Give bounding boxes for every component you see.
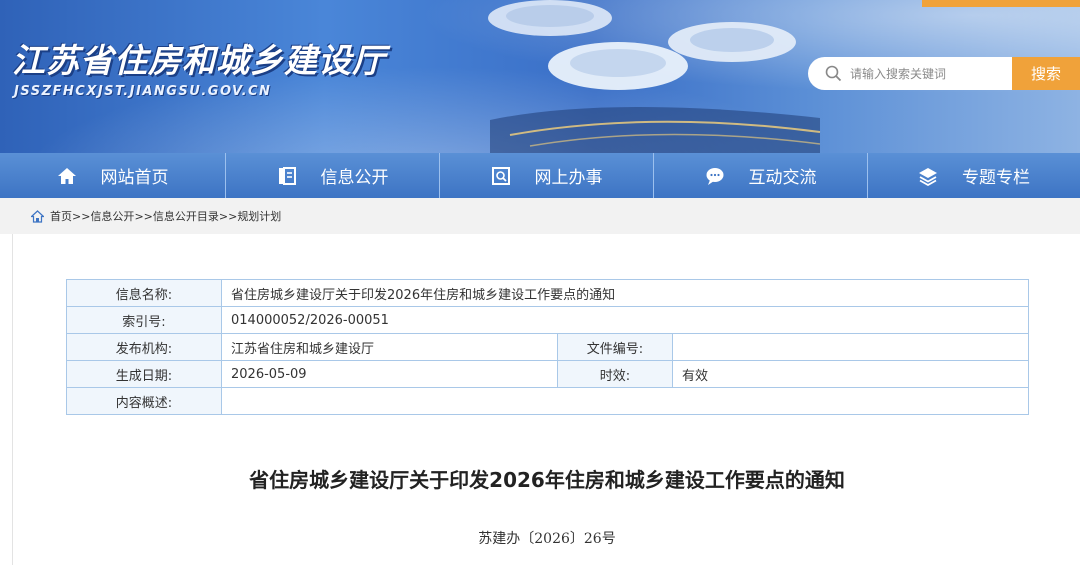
site-domain: JSSZFHCXJST.JIANGSU.GOV.CN bbox=[14, 84, 272, 99]
breadcrumb-separator: >> bbox=[134, 209, 153, 223]
table-row: 内容概述: bbox=[66, 387, 1029, 415]
layers-icon bbox=[919, 167, 937, 186]
nav-item-interaction[interactable]: 互动交流 bbox=[654, 153, 868, 198]
header-banner: 江苏省住房和城乡建设厅 JSSZFHCXJST.JIANGSU.GOV.CN 搜… bbox=[0, 0, 1080, 153]
nav-item-special-topics[interactable]: 专题专栏 bbox=[868, 153, 1080, 198]
doc-number-value bbox=[672, 333, 1029, 361]
date-label: 生成日期: bbox=[66, 360, 222, 388]
publisher-label: 发布机构: bbox=[66, 333, 222, 361]
summary-value bbox=[221, 387, 1029, 415]
search-box[interactable] bbox=[808, 57, 1012, 90]
publisher-value: 江苏省住房和城乡建设厅 bbox=[221, 333, 558, 361]
info-name-value: 省住房城乡建设厅关于印发2026年住房和城乡建设工作要点的通知 bbox=[221, 279, 1029, 307]
main-content: 信息名称: 省住房城乡建设厅关于印发2026年住房和城乡建设工作要点的通知 索引… bbox=[12, 234, 1080, 565]
home-icon bbox=[31, 209, 44, 223]
breadcrumb-link-info-disclosure[interactable]: 信息公开 bbox=[90, 208, 134, 224]
validity-label: 时效: bbox=[557, 360, 673, 388]
info-name-label: 信息名称: bbox=[66, 279, 222, 307]
table-row: 信息名称: 省住房城乡建设厅关于印发2026年住房和城乡建设工作要点的通知 bbox=[66, 279, 1029, 307]
document-title: 省住房城乡建设厅关于印发2026年住房和城乡建设工作要点的通知 bbox=[249, 468, 845, 492]
breadcrumb: 首页 >> 信息公开 >> 信息公开目录 >> 规划计划 bbox=[0, 198, 1080, 234]
breadcrumb-link-home[interactable]: 首页 bbox=[50, 208, 72, 224]
nav-item-label: 互动交流 bbox=[748, 168, 817, 188]
doc-number-label: 文件编号: bbox=[557, 333, 673, 361]
nav-item-label: 网站首页 bbox=[100, 168, 169, 188]
index-number-label: 索引号: bbox=[66, 306, 222, 334]
nav-item-info-disclosure[interactable]: 信息公开 bbox=[226, 153, 440, 198]
date-value: 2026-05-09 bbox=[221, 360, 558, 388]
nav-item-label: 网上办事 bbox=[534, 168, 603, 188]
main-nav: 网站首页 信息公开 网上办事 互动交流 专题专栏 bbox=[0, 153, 1080, 198]
stadium-illustration bbox=[488, 0, 821, 153]
document-list-icon bbox=[278, 166, 296, 185]
top-accent-strip bbox=[922, 0, 1080, 7]
document-number: 苏建办〔2026〕26号 bbox=[478, 531, 616, 547]
breadcrumb-link-planning[interactable]: 规划计划 bbox=[237, 208, 281, 224]
breadcrumb-link-info-catalog[interactable]: 信息公开目录 bbox=[153, 208, 219, 224]
index-number-value: 014000052/2026-00051 bbox=[221, 306, 1029, 334]
search-button[interactable]: 搜索 bbox=[1012, 57, 1080, 90]
table-row: 生成日期: 2026-05-09 时效: 有效 bbox=[66, 360, 1029, 388]
home-icon bbox=[57, 167, 76, 184]
breadcrumb-separator: >> bbox=[72, 209, 91, 223]
info-metadata-table: 信息名称: 省住房城乡建设厅关于印发2026年住房和城乡建设工作要点的通知 索引… bbox=[66, 279, 1029, 415]
breadcrumb-separator: >> bbox=[218, 209, 238, 223]
site-title: 江苏省住房和城乡建设厅 bbox=[12, 41, 386, 80]
nav-item-label: 专题专栏 bbox=[962, 168, 1030, 188]
chat-bubble-icon bbox=[706, 167, 723, 185]
search-icon bbox=[825, 65, 842, 82]
nav-item-home[interactable]: 网站首页 bbox=[0, 153, 226, 198]
summary-label: 内容概述: bbox=[66, 387, 222, 415]
service-search-icon bbox=[491, 166, 510, 185]
validity-value: 有效 bbox=[672, 360, 1029, 388]
table-row: 发布机构: 江苏省住房和城乡建设厅 文件编号: bbox=[66, 333, 1029, 361]
nav-item-label: 信息公开 bbox=[320, 168, 389, 188]
search-input[interactable] bbox=[848, 65, 1012, 82]
table-row: 索引号: 014000052/2026-00051 bbox=[66, 306, 1029, 334]
nav-item-online-service[interactable]: 网上办事 bbox=[440, 153, 654, 198]
